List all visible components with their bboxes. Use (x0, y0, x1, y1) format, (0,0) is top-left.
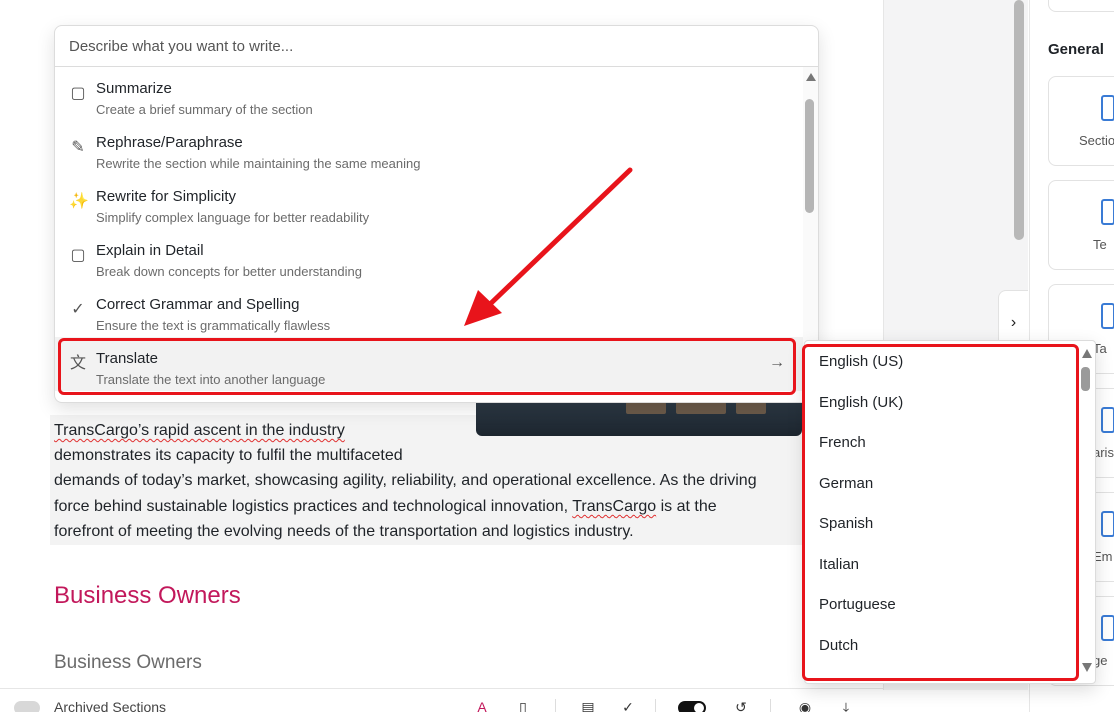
gutter-scrollbar[interactable] (1014, 0, 1024, 240)
check-circle-icon: ✓ (71, 301, 85, 318)
font-color-icon[interactable]: A (474, 699, 490, 712)
ai-prompt-field (55, 26, 818, 67)
doc-paragraph-line[interactable]: demands of today’s market, showcasing ag… (54, 472, 757, 490)
doc-paragraph-line[interactable]: force behind sustainable logistics pract… (54, 498, 717, 516)
mobile-icon[interactable]: ▯ (515, 699, 531, 712)
page-icon (1101, 615, 1114, 641)
section-heading[interactable]: Business Owners (54, 582, 241, 610)
chevron-right-icon: › (1010, 314, 1017, 331)
section-subheading[interactable]: Business Owners (54, 652, 202, 674)
ai-prompt-input[interactable] (55, 26, 818, 66)
archived-toggle[interactable] (14, 701, 40, 712)
doc-paragraph-line[interactable]: forefront of meeting the evolving needs … (54, 523, 634, 541)
comment-icon: ▢ (70, 247, 86, 264)
section-icon (1101, 95, 1114, 121)
tile-text[interactable]: Te (1048, 180, 1114, 270)
scrollbar-thumb[interactable] (805, 99, 814, 213)
view-toggle[interactable] (678, 701, 706, 712)
table-icon (1101, 303, 1114, 329)
panel-title: General (1048, 41, 1104, 58)
embed-icon (1101, 511, 1114, 537)
panel-top-card (1048, 0, 1114, 12)
history-icon[interactable]: ↺ (733, 699, 749, 712)
ai-command-rephrase[interactable]: ✎ Rephrase/Paraphrase Rewrite the sectio… (55, 121, 803, 175)
bottom-toolbar: Archived Sections A ▯ ▤ ✓ ↺ ◉ ⤓ (0, 688, 883, 712)
eye-icon[interactable]: ◉ (797, 699, 813, 712)
annotation-box-translate (58, 338, 796, 395)
tile-section[interactable]: Sectio (1048, 76, 1114, 166)
doc-paragraph-line[interactable]: demonstrates its capacity to fulfil the … (54, 447, 403, 465)
ai-command-grammar[interactable]: ✓ Correct Grammar and Spelling Ensure th… (55, 283, 803, 337)
language-scrollbar[interactable] (1079, 341, 1095, 683)
app-root: › General Sectio Te Ta aris Em ge TransC… (0, 0, 1114, 712)
scroll-down-icon[interactable] (1082, 663, 1092, 672)
comment-icon: ▢ (70, 85, 86, 102)
ai-command-explain[interactable]: ▢ Explain in Detail Break down concepts … (55, 229, 803, 283)
scroll-up-icon[interactable] (1082, 349, 1092, 358)
edit-icon: ✎ (71, 139, 85, 156)
archived-label: Archived Sections (54, 699, 167, 712)
annotation-box-languages (802, 344, 1079, 681)
database-icon (1101, 407, 1114, 433)
scrollbar-thumb[interactable] (1081, 367, 1090, 391)
ai-command-simplify[interactable]: ✨ Rewrite for Simplicity Simplify comple… (55, 175, 803, 229)
ai-command-summarize[interactable]: ▢ Summarize Create a brief summary of th… (55, 67, 803, 121)
check-circle-icon[interactable]: ✓ (620, 699, 636, 712)
download-icon[interactable]: ⤓ (838, 699, 854, 712)
magic-wand-icon: ✨ (69, 193, 89, 210)
layout-icon[interactable]: ▤ (580, 699, 596, 712)
scroll-up-icon[interactable] (806, 73, 816, 81)
text-icon (1101, 199, 1114, 225)
doc-paragraph-line[interactable]: TransCargo’s rapid ascent in the industr… (54, 422, 345, 440)
